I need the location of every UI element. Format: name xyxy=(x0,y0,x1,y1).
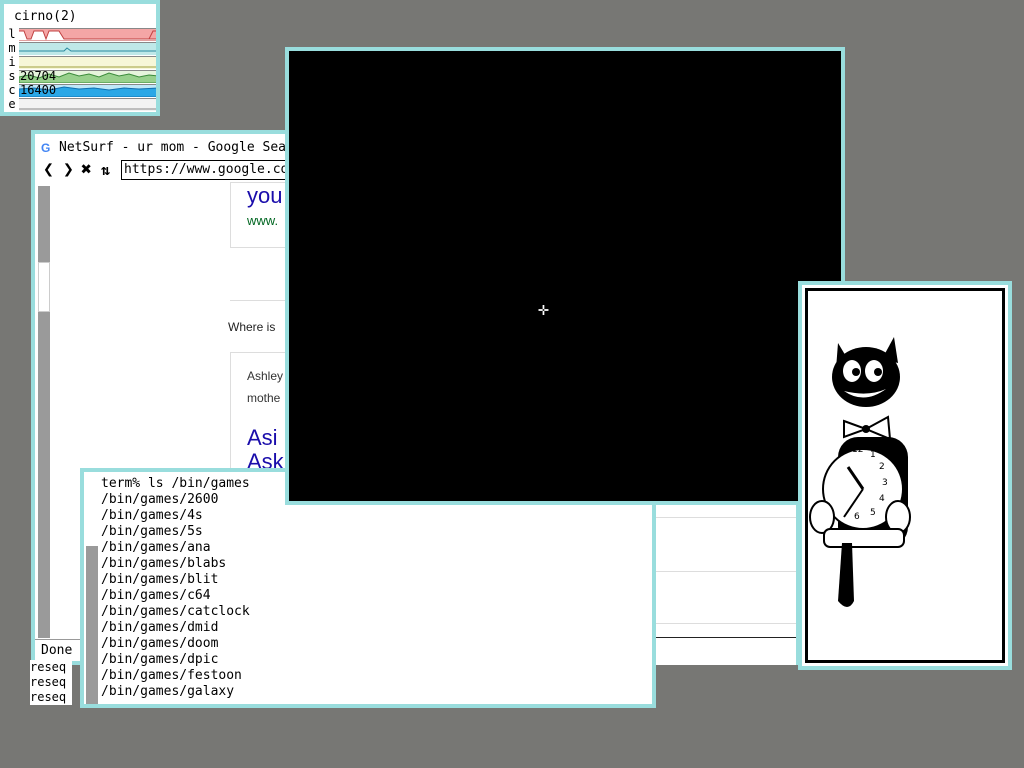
blank-window[interactable]: ✛ xyxy=(285,47,845,505)
url-bar[interactable]: https://www.google.co xyxy=(121,160,297,180)
ether-graph xyxy=(19,98,156,111)
result-heading-2[interactable]: Asi xyxy=(247,425,278,451)
clock-number-5: 5 xyxy=(870,508,876,518)
forward-icon[interactable]: ❯ xyxy=(63,160,74,180)
stats-label: i xyxy=(8,55,16,69)
vertical-scrollbar[interactable] xyxy=(38,186,50,638)
netsurf-title: NetSurf - ur mom - Google Sea xyxy=(59,140,286,155)
clock-number-1: 1 xyxy=(870,450,876,460)
snippet-line-2: mothe xyxy=(247,391,281,405)
stats-label: e xyxy=(8,97,16,111)
terminal-output-line: /bin/games/festoon xyxy=(101,668,242,683)
stats-row-intr: i xyxy=(6,55,156,69)
clock-number-2: 2 xyxy=(879,462,885,472)
scrollbar-thumb[interactable] xyxy=(38,262,50,312)
netsurf-page-fragment xyxy=(652,505,800,665)
stop-icon[interactable]: ✖ xyxy=(81,160,92,180)
stats-label: l xyxy=(8,27,16,41)
terminal-output-line: /bin/games/2600 xyxy=(101,492,219,507)
terminal-output-line: /bin/games/4s xyxy=(101,508,203,523)
clock-number-3: 3 xyxy=(882,478,888,488)
terminal-output-line: /bin/games/dpic xyxy=(101,652,219,667)
result-link[interactable]: www. xyxy=(247,213,278,228)
load-graph xyxy=(19,28,156,41)
back-icon[interactable]: ❮ xyxy=(43,160,54,180)
stats-window[interactable]: cirno(2) l m i s 20704 c 16400 e xyxy=(0,0,160,116)
terminal-output-line: /bin/games/doom xyxy=(101,636,219,651)
kit-cat-clock-icon: 12 1 2 3 4 5 6 xyxy=(809,337,911,607)
snippet-line-1: Ashley xyxy=(247,369,284,383)
stats-title: cirno(2) xyxy=(14,9,77,24)
catclock-canvas: 12 1 2 3 4 5 6 xyxy=(805,288,1005,663)
reseq-line: reseq xyxy=(30,660,73,675)
stats-row-ether: e xyxy=(6,97,156,111)
ctxt-value: 16400 xyxy=(20,83,57,97)
clock-number-12: 12 xyxy=(852,445,863,455)
terminal-output-line: /bin/games/catclock xyxy=(101,604,250,619)
intr-graph xyxy=(19,56,156,69)
terminal-scrollbar[interactable] xyxy=(86,546,98,704)
reseq-line: reseq xyxy=(30,675,73,690)
clock-number-4: 4 xyxy=(879,494,885,504)
stats-row-load: l xyxy=(6,27,156,41)
stats-label: m xyxy=(8,41,16,55)
syscall-value: 20704 xyxy=(20,69,57,83)
terminal-output-line: /bin/games/blabs xyxy=(101,556,227,571)
stats-label: s xyxy=(8,69,16,83)
terminal-output-line: /bin/games/blit xyxy=(101,572,219,587)
terminal-command-line: term% ls /bin/games xyxy=(101,476,250,491)
terminal-output-line: /bin/games/ana xyxy=(101,540,211,555)
crosshair-cursor-icon: ✛ xyxy=(538,299,549,320)
catclock-window[interactable]: 12 1 2 3 4 5 6 xyxy=(798,281,1012,670)
terminal-output[interactable]: term% ls /bin/games/bin/games/2600/bin/g… xyxy=(101,476,250,700)
google-favicon-icon: G xyxy=(41,141,51,155)
stats-row-mem: m xyxy=(6,41,156,55)
reload-icon[interactable]: ⇅ xyxy=(101,160,110,180)
terminal-output-line: /bin/games/galaxy xyxy=(101,684,235,699)
result-heading[interactable]: you xyxy=(247,183,282,209)
terminal-output-line: /bin/games/c64 xyxy=(101,588,211,603)
stats-label: c xyxy=(8,83,16,97)
clock-number-6: 6 xyxy=(854,512,860,522)
mem-graph xyxy=(19,42,156,55)
where-text: Where is xyxy=(228,320,276,334)
stats-row-syscall: s 20704 xyxy=(6,69,156,83)
reseq-line: reseq xyxy=(30,690,73,705)
terminal-output-line: /bin/games/dmid xyxy=(101,620,219,635)
terminal-output-line: /bin/games/5s xyxy=(101,524,203,539)
stats-row-ctxt: c 16400 xyxy=(6,83,156,97)
